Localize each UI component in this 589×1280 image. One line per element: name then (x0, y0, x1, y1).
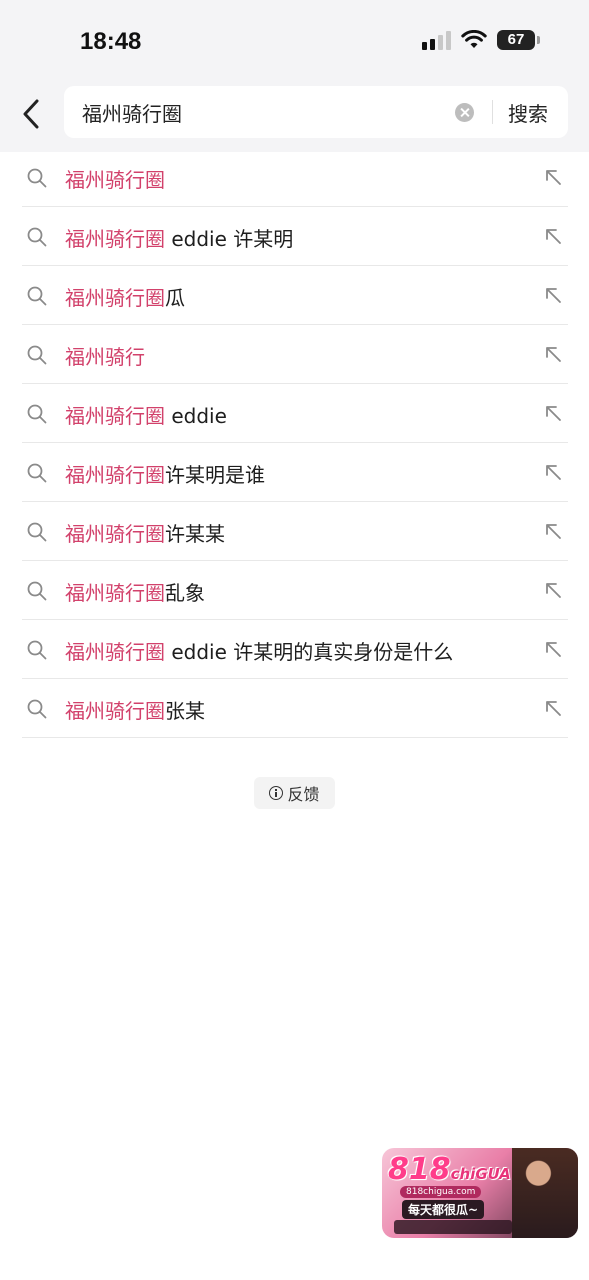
suggestion-highlight: 福州骑行 (65, 345, 145, 369)
watermark-slogan: 每天都很瓜~ (402, 1200, 485, 1219)
search-icon (27, 286, 47, 306)
suggestion-rest: 乱象 (165, 581, 205, 605)
suggestion-item[interactable]: 福州骑行圈 eddie 许某明 (22, 207, 568, 266)
watermark-logo-number: 818 (388, 1152, 451, 1187)
suggestion-rest: eddie (165, 404, 227, 428)
search-button[interactable]: 搜索 (508, 98, 548, 127)
info-icon (269, 786, 284, 800)
suggestion-text: 福州骑行圈许某明是谁 (65, 459, 265, 488)
suggestion-highlight: 福州骑行圈 (65, 286, 165, 310)
wifi-icon (461, 30, 487, 48)
suggestion-item[interactable]: 福州骑行圈许某明是谁 (22, 443, 568, 502)
suggestion-item[interactable]: 福州骑行圈 (22, 148, 568, 207)
search-header: 搜索 (0, 86, 589, 152)
battery-level: 67 (507, 31, 525, 48)
fill-arrow-icon[interactable] (542, 461, 564, 483)
search-icon (27, 699, 47, 719)
suggestion-highlight: 福州骑行圈 (65, 227, 165, 251)
watermark-url: 818chigua.com (400, 1186, 482, 1198)
cellular-signal-icon (422, 30, 451, 50)
search-icon (27, 345, 47, 365)
search-icon (27, 522, 47, 542)
search-icon (27, 227, 47, 247)
status-time: 18:48 (80, 28, 142, 55)
suggestion-highlight: 福州骑行圈 (65, 168, 165, 192)
suggestion-item[interactable]: 福州骑行圈 eddie 许某明的真实身份是什么 (22, 620, 568, 679)
suggestion-highlight: 福州骑行圈 (65, 404, 165, 428)
suggestion-item[interactable]: 福州骑行圈 eddie (22, 384, 568, 443)
fill-arrow-icon[interactable] (542, 402, 564, 424)
suggestion-highlight: 福州骑行圈 (65, 463, 165, 487)
suggestion-highlight: 福州骑行圈 (65, 522, 165, 546)
suggestion-item[interactable]: 福州骑行圈瓜 (22, 266, 568, 325)
watermark-logo-text: chiGUA (450, 1165, 511, 1183)
search-icon (27, 168, 47, 188)
search-icon (27, 404, 47, 424)
search-icon (27, 640, 47, 660)
suggestion-rest: 许某明是谁 (165, 463, 265, 487)
search-input[interactable] (82, 98, 442, 126)
suggestion-text: 福州骑行圈 eddie 许某明 (65, 223, 293, 252)
search-box: 搜索 (64, 86, 568, 138)
watermark-figure (512, 1148, 578, 1238)
feedback-label: 反馈 (287, 785, 320, 804)
suggestion-text: 福州骑行圈张某 (65, 695, 205, 724)
watermark-brand: 818chiGUA (388, 1152, 511, 1187)
fill-arrow-icon[interactable] (542, 284, 564, 306)
search-icon (27, 463, 47, 483)
fill-arrow-icon[interactable] (542, 638, 564, 660)
suggestion-text: 福州骑行圈乱象 (65, 577, 205, 606)
suggestion-rest: eddie 许某明 (165, 227, 294, 251)
suggestion-rest: 张某 (165, 699, 205, 723)
fill-arrow-icon[interactable] (542, 520, 564, 542)
suggestion-highlight: 福州骑行圈 (65, 699, 165, 723)
search-divider (492, 100, 493, 124)
status-bar: 18:48 67 (0, 0, 589, 86)
suggestion-item[interactable]: 福州骑行圈许某某 (22, 502, 568, 561)
suggestion-item[interactable]: 福州骑行圈张某 (22, 679, 568, 738)
fill-arrow-icon[interactable] (542, 697, 564, 719)
clear-circle-icon[interactable] (455, 103, 474, 122)
fill-arrow-icon[interactable] (542, 225, 564, 247)
suggestion-text: 福州骑行圈瓜 (65, 282, 185, 311)
suggestion-text: 福州骑行圈 eddie 许某明的真实身份是什么 (65, 636, 453, 665)
fill-arrow-icon[interactable] (542, 166, 564, 188)
back-button[interactable] (18, 98, 48, 130)
suggestion-highlight: 福州骑行圈 (65, 581, 165, 605)
battery-tip (537, 36, 540, 44)
suggestion-text: 福州骑行圈 eddie (65, 400, 227, 429)
suggestion-text: 福州骑行圈许某某 (65, 518, 225, 547)
suggestion-highlight: 福州骑行圈 (65, 640, 165, 664)
suggestion-text: 福州骑行 (65, 341, 145, 370)
suggestion-rest: eddie 许某明的真实身份是什么 (165, 640, 454, 664)
fill-arrow-icon[interactable] (542, 343, 564, 365)
suggestion-item[interactable]: 福州骑行圈乱象 (22, 561, 568, 620)
suggestion-rest: 许某某 (165, 522, 225, 546)
status-icons: 67 (422, 30, 540, 50)
feedback-button[interactable]: 反馈 (254, 777, 335, 809)
watermark-banner (394, 1220, 512, 1234)
suggestion-item[interactable]: 福州骑行 (22, 325, 568, 384)
chevron-left-icon (23, 99, 39, 129)
battery-indicator: 67 (497, 30, 540, 50)
suggestion-list: 福州骑行圈 福州骑行圈 eddie 许某明 福州骑行圈瓜 福州骑行 福州骑行圈 … (22, 148, 568, 738)
suggestion-text: 福州骑行圈 (65, 164, 165, 193)
suggestion-rest: 瓜 (165, 286, 185, 310)
fill-arrow-icon[interactable] (542, 579, 564, 601)
search-icon (27, 581, 47, 601)
watermark-logo: 818chiGUA 818chigua.com 每天都很瓜~ (382, 1148, 578, 1238)
